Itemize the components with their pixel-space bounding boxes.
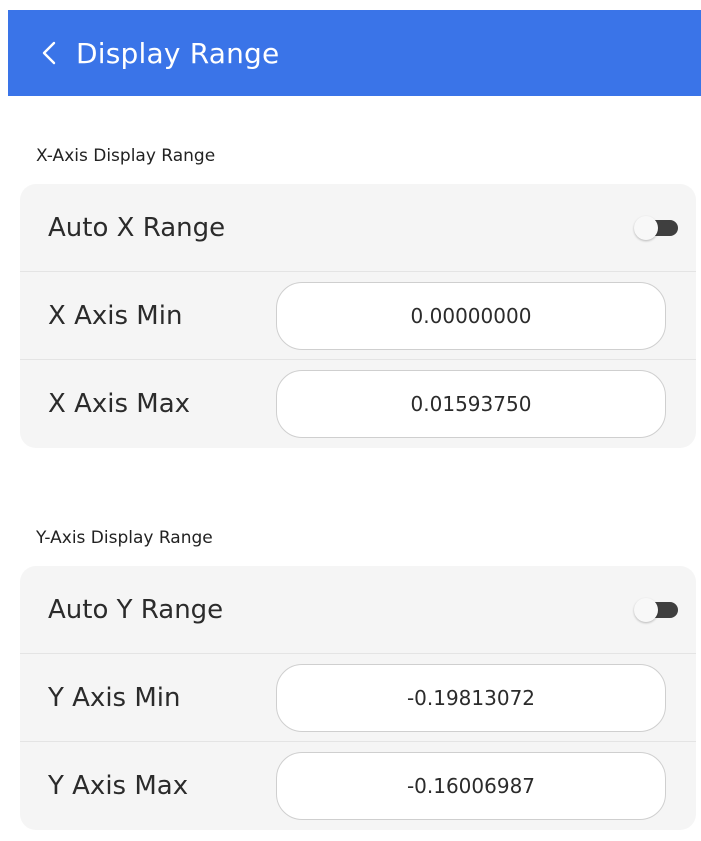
y-axis-min-row: Y Axis Min [20,654,696,742]
y-axis-min-label: Y Axis Min [48,682,181,713]
x-axis-settings-card: Auto X Range X Axis Min X Axis Max [20,184,696,448]
x-axis-min-label: X Axis Min [48,300,183,331]
auto-y-range-row: Auto Y Range [20,566,696,654]
toggle-knob [634,215,658,240]
y-axis-max-input[interactable] [276,752,666,820]
auto-y-range-toggle[interactable] [634,597,678,622]
x-axis-min-row: X Axis Min [20,272,696,360]
chevron-left-icon[interactable] [24,10,74,96]
auto-y-range-label: Auto Y Range [48,594,224,625]
display-range-screen: Display Range X-Axis Display Range Auto … [0,0,701,841]
auto-x-range-label: Auto X Range [48,212,226,243]
auto-x-range-toggle[interactable] [634,215,678,240]
page-title: Display Range [76,36,280,70]
x-axis-max-input[interactable] [276,370,666,438]
app-header: Display Range [8,10,701,96]
y-axis-min-input[interactable] [276,663,666,732]
y-axis-max-label: Y Axis Max [48,771,189,801]
y-axis-settings-card: Auto Y Range Y Axis Min Y Axis Max [20,566,696,830]
toggle-knob [634,597,658,622]
y-axis-section-title: Y-Axis Display Range [36,528,213,548]
x-axis-min-input[interactable] [276,281,666,350]
x-axis-max-label: X Axis Max [48,389,191,419]
x-axis-section-title: X-Axis Display Range [36,146,216,166]
y-axis-max-row: Y Axis Max [20,742,696,830]
x-axis-max-row: X Axis Max [20,360,696,448]
auto-x-range-row: Auto X Range [20,184,696,272]
